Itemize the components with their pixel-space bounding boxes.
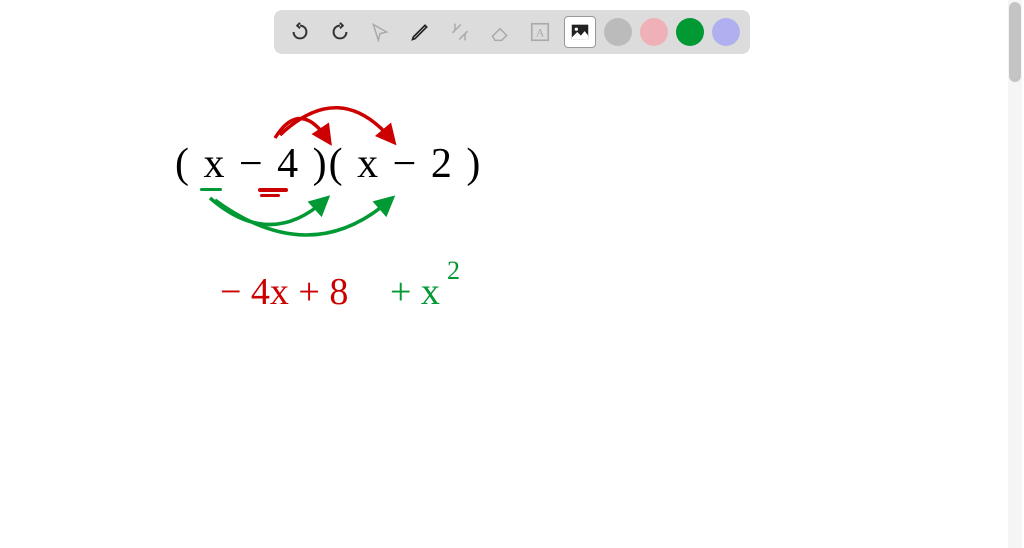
expanded-green-term: + x [390,270,440,314]
expanded-green-exponent: 2 [447,256,460,286]
factored-expression: ( x − 4 )( x − 2 ) [175,140,482,188]
underline-x-green [200,188,222,191]
underline-4-red [258,188,288,192]
scrollbar-track[interactable] [1008,0,1022,548]
foil-arrows [0,0,1010,548]
scrollbar-thumb[interactable] [1009,2,1021,82]
expanded-red-terms: − 4x + 8 [220,270,348,314]
whiteboard-canvas[interactable]: ( x − 4 )( x − 2 ) − 4x + 8 + x 2 [0,0,1010,548]
underline-4-red-2 [260,194,280,197]
